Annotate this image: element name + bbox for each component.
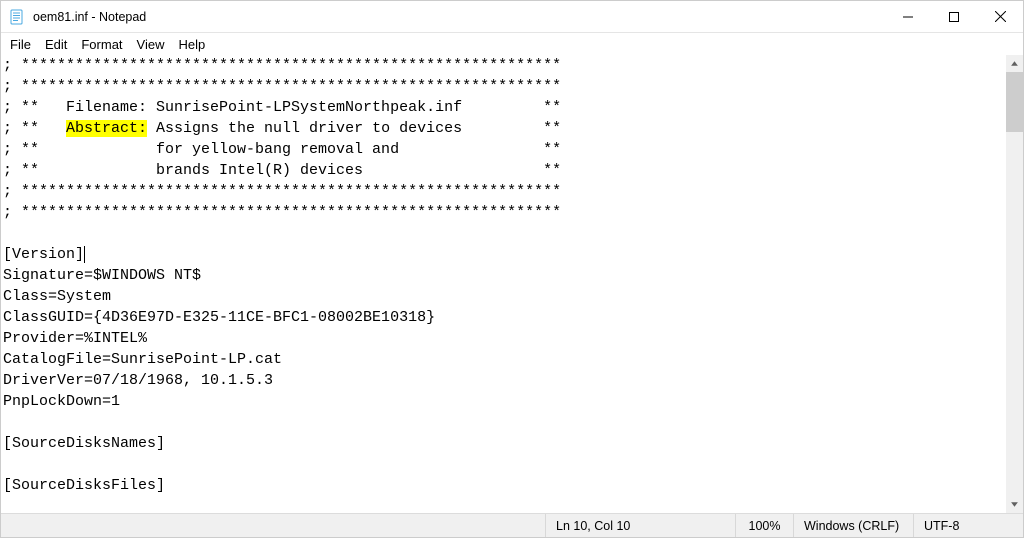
vertical-scrollbar[interactable] bbox=[1006, 55, 1023, 513]
text-caret bbox=[84, 246, 85, 263]
menu-item-format[interactable]: Format bbox=[74, 35, 129, 54]
scrollbar-thumb[interactable] bbox=[1006, 72, 1023, 132]
minimize-button[interactable] bbox=[885, 1, 931, 33]
maximize-button[interactable] bbox=[931, 1, 977, 33]
menu-item-help[interactable]: Help bbox=[171, 35, 212, 54]
status-zoom: 100% bbox=[735, 514, 793, 537]
menu-item-edit[interactable]: Edit bbox=[38, 35, 74, 54]
status-position: Ln 10, Col 10 bbox=[545, 514, 735, 537]
menubar: File Edit Format View Help bbox=[1, 33, 1023, 55]
scrollbar-up-button[interactable] bbox=[1006, 55, 1023, 72]
scrollbar-down-button[interactable] bbox=[1006, 496, 1023, 513]
close-button[interactable] bbox=[977, 1, 1023, 33]
status-eol: Windows (CRLF) bbox=[793, 514, 913, 537]
text-area[interactable]: ; **************************************… bbox=[1, 55, 1006, 513]
scrollbar-track[interactable] bbox=[1006, 72, 1023, 496]
titlebar: oem81.inf - Notepad bbox=[1, 1, 1023, 33]
menu-item-view[interactable]: View bbox=[130, 35, 172, 54]
statusbar: Ln 10, Col 10 100% Windows (CRLF) UTF-8 bbox=[1, 513, 1023, 537]
status-encoding: UTF-8 bbox=[913, 514, 1023, 537]
highlighted-text: Abstract: bbox=[66, 120, 147, 137]
menu-item-file[interactable]: File bbox=[3, 35, 38, 54]
notepad-icon bbox=[9, 9, 25, 25]
window-title: oem81.inf - Notepad bbox=[33, 10, 146, 24]
